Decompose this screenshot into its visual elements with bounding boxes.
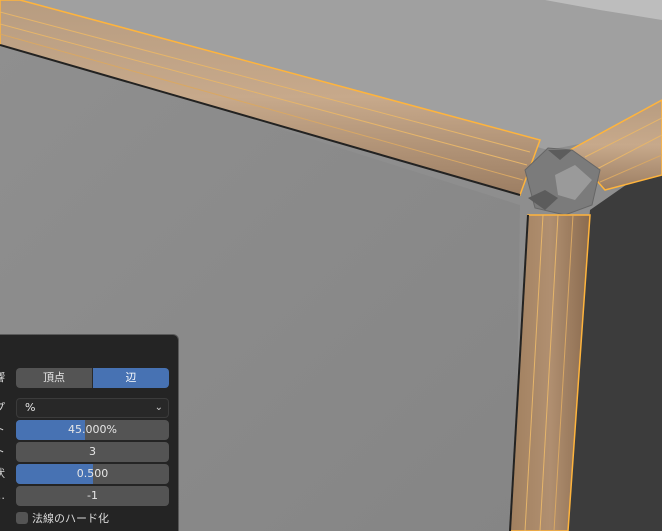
width-type-value: % (25, 401, 36, 414)
affect-row: 響 頂点 辺 (0, 368, 178, 388)
harden-normals-checkbox[interactable] (16, 512, 28, 524)
harden-normals-label: 法線のハード化 (32, 512, 109, 525)
width-type-dropdown[interactable]: % ⌄ (16, 398, 169, 418)
shape-label: 状 (0, 464, 5, 484)
harden-normals-row: 法線のハード化 (0, 508, 178, 528)
chevron-down-icon: ⌄ (154, 402, 163, 413)
shape-row: 状 0.500 (0, 464, 178, 484)
affect-toggle: 頂点 辺 (16, 368, 169, 388)
segments-label: ト (0, 442, 5, 462)
shape-slider[interactable]: 0.500 (16, 464, 169, 484)
segments-row: ト 3 (0, 442, 178, 462)
material-label: … (0, 486, 5, 506)
shape-value: 0.500 (76, 467, 109, 480)
width-row: ト 45.000% (0, 420, 178, 440)
affect-label: 響 (0, 368, 5, 388)
segments-value: 3 (89, 445, 96, 458)
width-value: 45.000% (68, 423, 117, 436)
width-type-label: プ (0, 398, 5, 418)
harden-normals-checkbox-row[interactable]: 法線のハード化 (16, 508, 109, 528)
segments-field[interactable]: 3 (16, 442, 169, 462)
material-field[interactable]: -1 (16, 486, 169, 506)
width-slider[interactable]: 45.000% (16, 420, 169, 440)
material-row: … -1 (0, 486, 178, 506)
bevel-operator-panel: 響 頂点 辺 プ % ⌄ ト 45.000% ト 3 状 0.500 (0, 335, 178, 531)
affect-edges-button[interactable]: 辺 (92, 368, 169, 388)
material-value: -1 (87, 489, 98, 502)
width-type-row: プ % ⌄ (0, 398, 178, 418)
affect-vertices-button[interactable]: 頂点 (16, 368, 92, 388)
width-label: ト (0, 420, 5, 440)
